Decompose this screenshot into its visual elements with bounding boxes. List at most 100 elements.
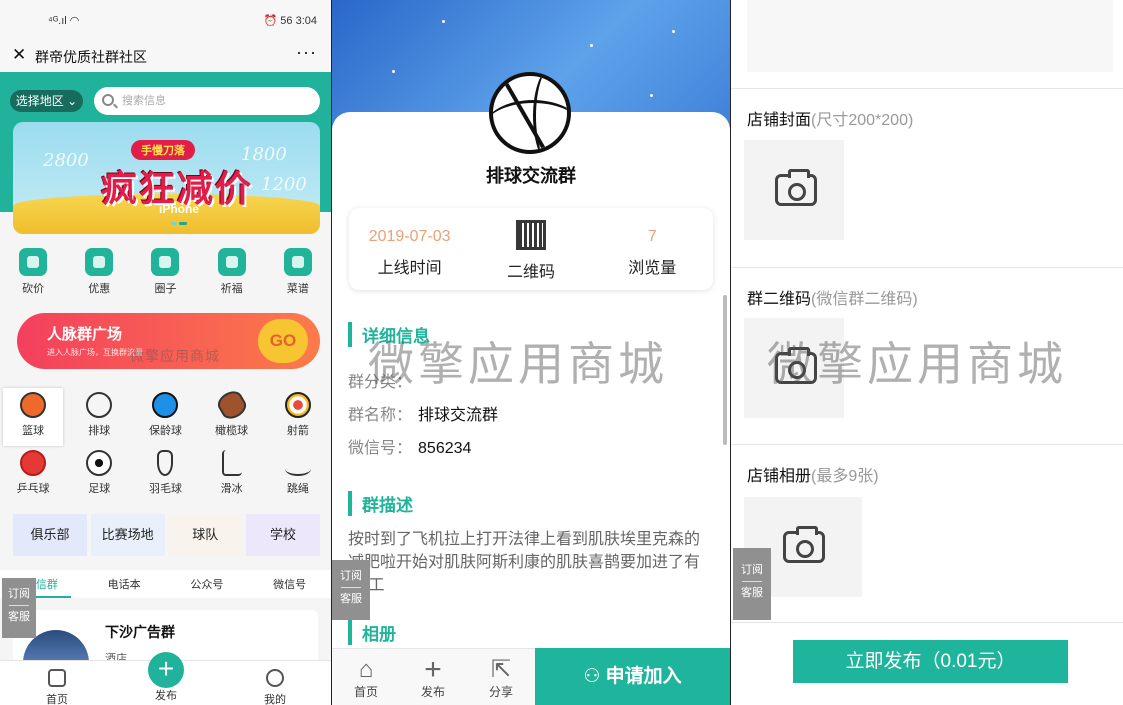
views-count: 7: [647, 228, 657, 245]
online-date: 2019-07-03: [368, 228, 451, 245]
qr-label: 二维码: [506, 264, 555, 281]
category-buttons: 俱乐部 比赛场地 球队 学校: [13, 514, 320, 556]
home-icon: ⌂: [358, 656, 374, 683]
description-textarea[interactable]: [747, 0, 1113, 72]
camera-icon: [775, 169, 817, 206]
quick-label: 优惠: [88, 283, 111, 295]
sport-football[interactable]: 足球: [69, 446, 129, 504]
banner-price: 2800: [43, 150, 89, 171]
bottom-home[interactable]: ⌂ 首页: [341, 657, 391, 700]
sport-label: 保龄球: [148, 425, 182, 437]
blessing-icon: [217, 248, 246, 276]
sport-table-tennis[interactable]: 乒乓球: [3, 446, 63, 504]
scrollbar[interactable]: [723, 295, 727, 445]
sport-archery[interactable]: 射箭: [268, 388, 328, 446]
quick-item-recipe[interactable]: 菜谱: [272, 248, 324, 300]
online-label: 上线时间: [377, 260, 442, 277]
join-button[interactable]: ⚇ 申请加入: [535, 648, 730, 705]
bottom-publish[interactable]: + 发布: [408, 653, 458, 700]
sport-label: 篮球: [22, 425, 45, 437]
sport-volleyball[interactable]: 排球: [69, 388, 129, 446]
target-icon: [284, 392, 311, 418]
camera-icon: [783, 526, 825, 563]
publish-button[interactable]: 立即发布（0.01元）: [793, 640, 1068, 683]
status-right: ⏰ 56 3:04: [263, 15, 317, 27]
cover-title: 店铺封面: [747, 112, 812, 129]
views: 7 浏览量: [597, 208, 707, 290]
network-square-subtitle: 进入人脉广场，互换群流量: [47, 348, 143, 357]
category-club[interactable]: 俱乐部: [13, 514, 87, 556]
cover-label: 店铺封面(尺寸200*200): [747, 106, 913, 130]
category-venue[interactable]: 比赛场地: [90, 514, 165, 556]
go-button[interactable]: GO: [258, 319, 308, 363]
ping-pong-icon: [20, 450, 47, 476]
tab-wechat-id[interactable]: 微信号: [260, 570, 320, 598]
quick-item-blessing[interactable]: 祈福: [206, 248, 258, 300]
desc-heading: 群描述: [348, 491, 413, 516]
tab-official-account[interactable]: 公众号: [177, 570, 237, 598]
quick-item-discount[interactable]: 优惠: [73, 248, 125, 300]
subscribe-label: 订阅: [8, 588, 30, 600]
search-placeholder: 搜索信息: [122, 95, 166, 107]
tabbar-label: 我的: [264, 694, 286, 705]
search-input[interactable]: 搜索信息: [94, 87, 320, 115]
bottom-label: 分享: [488, 685, 513, 699]
home-panel: ⁴ᴳ.ıl ◠ ⏰ 56 3:04 ✕ 群帝优质社群社区 ··· 选择地区 ⌄ …: [0, 0, 331, 705]
views-label: 浏览量: [628, 260, 677, 277]
tabbar-profile[interactable]: 我的: [250, 669, 300, 705]
group-detail-panel: 排球交流群 2019-07-03 上线时间 二维码 7 浏览量 详细信息 群分类： …: [332, 0, 730, 705]
field-name: 群名称： 排球交流群: [348, 401, 498, 425]
field-key: 微信号：: [348, 440, 413, 457]
promo-banner[interactable]: 2800 1800 1200 手慢刀落 疯狂减价 iPhone: [13, 122, 320, 234]
cover-upload[interactable]: [744, 140, 844, 240]
sport-label: 橄榄球: [215, 425, 249, 437]
qr-title: 群二维码: [747, 291, 812, 308]
tabbar-label: 发布: [155, 690, 177, 702]
rugby-ball-icon: [213, 387, 250, 423]
sport-label: 射箭: [286, 425, 309, 437]
divider: [731, 88, 1123, 89]
bottom-share[interactable]: ⇱ 分享: [476, 657, 526, 700]
search-icon: [102, 94, 114, 106]
sport-jump-rope[interactable]: 跳绳: [268, 446, 328, 504]
side-service-button[interactable]: 订阅 客服: [2, 578, 36, 638]
plus-icon: +: [424, 653, 442, 686]
home-icon: [48, 669, 66, 687]
basketball-icon: [20, 392, 47, 418]
quick-item-bargain[interactable]: 砍价: [7, 248, 59, 300]
stats-card: 2019-07-03 上线时间 二维码 7 浏览量: [349, 208, 713, 290]
side-service-button[interactable]: 订阅 客服: [332, 560, 370, 620]
sport-bowling[interactable]: 保龄球: [135, 388, 195, 446]
sport-skating[interactable]: 滑冰: [202, 446, 262, 504]
network-square-title: 人脉群广场: [47, 326, 123, 343]
divider: [731, 622, 1123, 623]
qr-code-icon: [515, 220, 546, 250]
circle-icon: [151, 248, 180, 276]
subscribe-label: 订阅: [741, 564, 763, 576]
publish-plus-button[interactable]: +: [148, 652, 184, 688]
close-icon[interactable]: ✕: [12, 45, 26, 65]
quick-item-circle[interactable]: 圈子: [139, 248, 191, 300]
category-school[interactable]: 学校: [245, 514, 320, 556]
album-hint: (最多9张): [811, 468, 879, 485]
sport-basketball[interactable]: 篮球: [3, 388, 64, 446]
user-plus-icon: ⚇: [583, 666, 606, 687]
sport-badminton[interactable]: 羽毛球: [135, 446, 195, 504]
more-icon[interactable]: ···: [296, 42, 317, 63]
subscribe-label: 订阅: [340, 570, 362, 582]
qr-code[interactable]: 二维码: [476, 208, 586, 290]
tabbar-publish-label[interactable]: 发布: [141, 687, 191, 703]
side-service-button[interactable]: 订阅 客服: [733, 548, 771, 620]
banner-price: 1200: [261, 174, 307, 195]
quick-label: 祈福: [220, 283, 243, 295]
sport-label: 跳绳: [286, 483, 309, 495]
region-select[interactable]: 选择地区 ⌄: [10, 90, 83, 112]
sport-label: 排球: [88, 425, 111, 437]
field-value: 856234: [418, 440, 472, 457]
group-title: 排球交流群: [486, 166, 576, 186]
service-label: 客服: [741, 587, 763, 599]
tab-phonebook[interactable]: 电话本: [94, 570, 154, 598]
tabbar-home[interactable]: 首页: [32, 669, 82, 705]
category-team[interactable]: 球队: [168, 514, 243, 556]
sport-rugby[interactable]: 橄榄球: [202, 387, 262, 446]
